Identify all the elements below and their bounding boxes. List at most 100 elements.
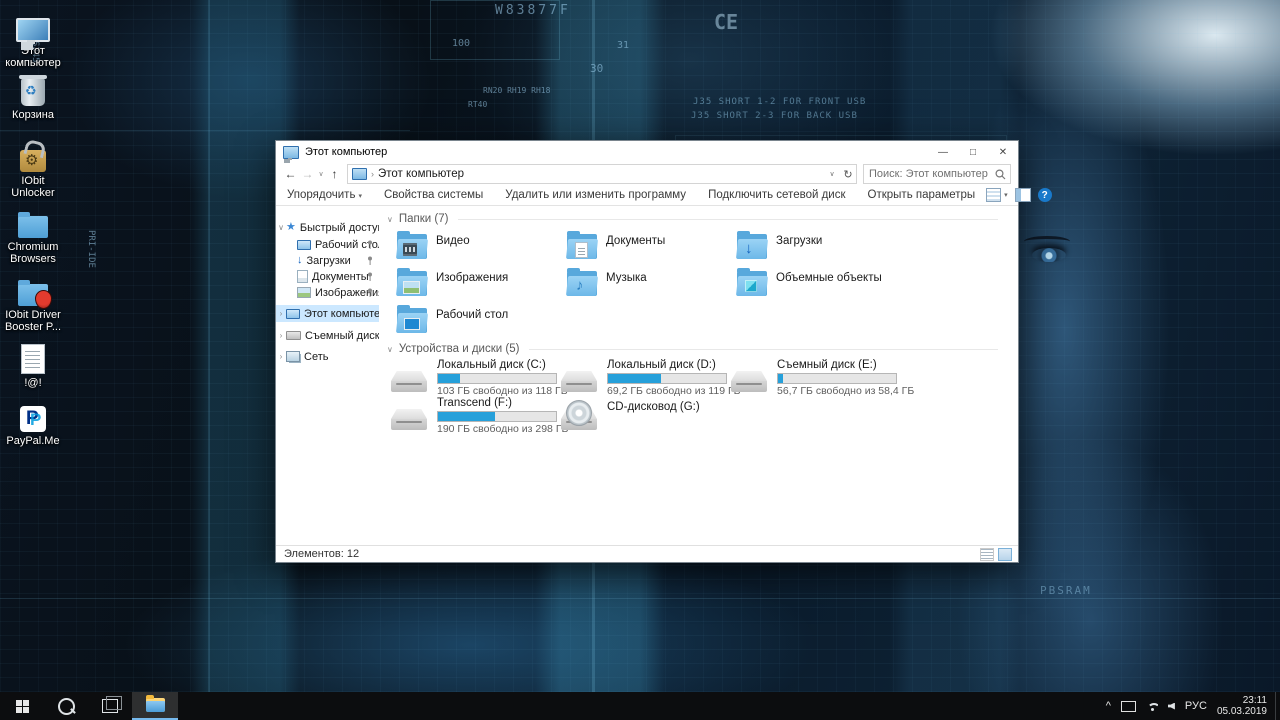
capacity-bar bbox=[437, 373, 557, 384]
chevron-expanded-icon[interactable]: ∨ bbox=[276, 223, 286, 232]
language-indicator[interactable]: РУС bbox=[1185, 700, 1207, 712]
preview-pane-icon[interactable] bbox=[1015, 188, 1031, 202]
explorer-main: ∨ ★ Быстрый доступ Рабочий стол ↓ Загруз… bbox=[276, 206, 1018, 546]
desktop-icon-label: IObit Unlocker bbox=[0, 175, 66, 199]
folder-name: Объемные объекты bbox=[776, 272, 882, 284]
folder-tile-video[interactable]: Видео bbox=[396, 230, 564, 264]
wallpaper-label: W83877F bbox=[495, 3, 571, 18]
computer-icon bbox=[286, 309, 300, 319]
desktop-icon-recycle-bin[interactable]: Корзина bbox=[0, 72, 66, 121]
free-space-label: 190 ГБ свободно из 298 ГБ bbox=[437, 423, 568, 435]
network-adapter-icon[interactable] bbox=[1121, 701, 1136, 712]
drive-name: CD-дисковод (G:) bbox=[607, 401, 700, 413]
wallpaper-trace-line bbox=[0, 130, 410, 131]
chevron-collapsed-icon[interactable]: › bbox=[276, 331, 286, 340]
sidebar-item-desktop[interactable]: Рабочий стол bbox=[276, 236, 379, 253]
view-list-icon bbox=[986, 188, 1001, 202]
folder-icon bbox=[396, 231, 428, 261]
folder-tile-documents[interactable]: Документы bbox=[566, 230, 734, 264]
folder-tile-downloads[interactable]: ↓ Загрузки bbox=[736, 230, 904, 264]
wallpaper-label: 30 bbox=[590, 62, 603, 75]
free-space-label: 56,7 ГБ свободно из 58,4 ГБ bbox=[777, 385, 914, 397]
address-dropdown-icon[interactable]: ∨ bbox=[824, 170, 840, 178]
thumbnails-view-toggle-icon[interactable] bbox=[998, 548, 1012, 561]
title-bar[interactable]: Этот компьютер — □ ✕ bbox=[276, 141, 1018, 163]
wallpaper-trace-line bbox=[208, 0, 210, 720]
organize-button[interactable]: Упорядочить▾ bbox=[276, 189, 373, 201]
chevron-collapsed-icon[interactable]: › bbox=[276, 352, 286, 361]
chevron-expanded-icon[interactable]: ∨ bbox=[387, 215, 393, 224]
file-list: ∨ Папки (7) Видео Документы ↓ Загрузки И… bbox=[379, 206, 1018, 546]
sidebar-item-documents[interactable]: Документы bbox=[276, 268, 379, 285]
taskbar-search-button[interactable] bbox=[44, 692, 88, 720]
command-bar: Упорядочить▾ Свойства системы Удалить ил… bbox=[276, 185, 1018, 206]
folder-tile-pictures[interactable]: Изображения bbox=[396, 267, 564, 301]
recent-locations-dropdown[interactable]: ∨ bbox=[316, 170, 326, 178]
up-button[interactable]: ↑ bbox=[326, 167, 343, 181]
task-view-button[interactable] bbox=[88, 692, 132, 720]
drive-tile-g-cd[interactable]: CD-дисковод (G:) bbox=[561, 397, 733, 433]
start-button[interactable] bbox=[0, 692, 44, 720]
details-view-toggle-icon[interactable] bbox=[980, 548, 994, 561]
search-input[interactable]: Поиск: Этот компьютер bbox=[863, 164, 1011, 184]
refresh-icon[interactable]: ↻ bbox=[840, 168, 856, 181]
pin-icon bbox=[366, 272, 374, 281]
desktop-icon-iobit-unlocker[interactable]: IObit Unlocker bbox=[0, 138, 66, 199]
document-icon bbox=[21, 344, 45, 374]
wifi-icon[interactable] bbox=[1146, 702, 1158, 711]
system-properties-button[interactable]: Свойства системы bbox=[373, 189, 494, 201]
folder-name: Рабочий стол bbox=[436, 309, 508, 321]
help-icon[interactable]: ? bbox=[1038, 188, 1052, 202]
forward-button[interactable]: → bbox=[299, 167, 316, 181]
group-header-devices[interactable]: ∨ Устройства и диски (5) bbox=[387, 342, 998, 356]
open-settings-button[interactable]: Открыть параметры bbox=[857, 189, 987, 201]
sidebar-item-pictures[interactable]: Изображения bbox=[276, 284, 379, 301]
wallpaper-label: 100 bbox=[452, 38, 470, 49]
sidebar-item-removable-disk[interactable]: › Съемный диск (E:) bbox=[276, 327, 379, 344]
minimize-button[interactable]: — bbox=[928, 141, 958, 163]
capacity-bar-fill bbox=[438, 374, 460, 383]
drive-tile-d[interactable]: Локальный диск (D:) 69,2 ГБ свободно из … bbox=[561, 359, 733, 395]
drive-tile-f[interactable]: Transcend (F:) 190 ГБ свободно из 298 ГБ bbox=[391, 397, 563, 433]
clock[interactable]: 23:11 05.03.2019 bbox=[1217, 695, 1267, 717]
windows-logo-icon bbox=[16, 700, 29, 713]
drive-tile-e[interactable]: Съемный диск (E:) 56,7 ГБ свободно из 58… bbox=[731, 359, 903, 395]
chevron-collapsed-icon[interactable]: › bbox=[276, 309, 286, 318]
sidebar-item-label: Быстрый доступ bbox=[300, 222, 379, 234]
change-view-button[interactable]: ▾ bbox=[986, 188, 1008, 202]
maximize-button[interactable]: □ bbox=[958, 141, 988, 163]
uninstall-program-button[interactable]: Удалить или изменить программу bbox=[494, 189, 697, 201]
desktop-icon-chromium-browsers[interactable]: Chromium Browsers bbox=[0, 204, 66, 265]
breadcrumb[interactable]: Этот компьютер bbox=[378, 168, 464, 180]
address-bar[interactable]: › Этот компьютер ∨ ↻ bbox=[347, 164, 857, 184]
folder-name: Изображения bbox=[436, 272, 508, 284]
close-button[interactable]: ✕ bbox=[988, 141, 1018, 163]
wallpaper-label: 31 bbox=[617, 40, 629, 51]
tray-overflow-chevron[interactable]: ^ bbox=[1106, 700, 1111, 712]
folder-name: Музыка bbox=[606, 272, 647, 284]
folder-icon bbox=[396, 305, 428, 335]
volume-icon[interactable] bbox=[1168, 703, 1175, 710]
folder-tile-music[interactable]: ♪ Музыка bbox=[566, 267, 734, 301]
sidebar-item-downloads[interactable]: ↓ Загрузки bbox=[276, 252, 379, 269]
sidebar-item-network[interactable]: › Сеть bbox=[276, 348, 379, 365]
desktop-icon-this-pc[interactable]: Этот компьютер bbox=[0, 8, 66, 69]
back-button[interactable]: ← bbox=[282, 167, 299, 181]
group-header-folders[interactable]: ∨ Папки (7) bbox=[387, 212, 998, 226]
taskbar-file-explorer-button[interactable] bbox=[132, 692, 178, 720]
desktop-icon-iobit-driver-booster[interactable]: IObit Driver Booster P... bbox=[0, 272, 66, 333]
folder-tile-desktop[interactable]: Рабочий стол bbox=[396, 304, 564, 338]
hard-drive-icon bbox=[391, 409, 427, 431]
drive-tile-c[interactable]: Локальный диск (C:) 103 ГБ свободно из 1… bbox=[391, 359, 563, 395]
desktop-icon-paypal-me[interactable]: PayPal.Me bbox=[0, 398, 66, 447]
desktop-icon-text-file[interactable]: !@! bbox=[0, 340, 66, 389]
folder-icon bbox=[18, 216, 48, 238]
chevron-down-icon: ▾ bbox=[1004, 191, 1008, 199]
sidebar-item-label: Съемный диск (E:) bbox=[305, 330, 379, 342]
map-network-drive-button[interactable]: Подключить сетевой диск bbox=[697, 189, 856, 201]
folder-tile-3d-objects[interactable]: Объемные объекты bbox=[736, 267, 904, 301]
show-desktop-button[interactable] bbox=[1275, 692, 1280, 720]
sidebar-item-this-pc[interactable]: › Этот компьютер bbox=[276, 305, 379, 322]
sidebar-item-quick-access[interactable]: ∨ ★ Быстрый доступ bbox=[276, 219, 379, 236]
chevron-expanded-icon[interactable]: ∨ bbox=[387, 345, 393, 354]
